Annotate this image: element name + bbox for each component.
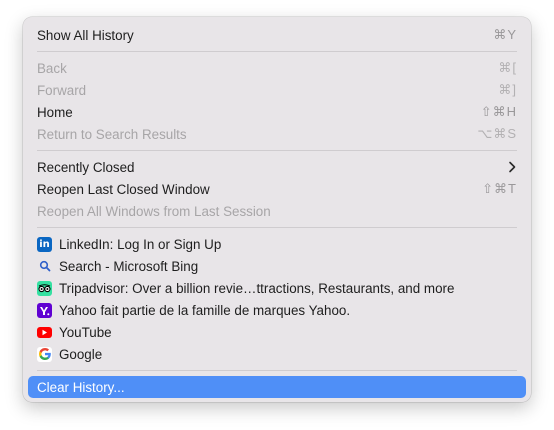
history-item-label: Search - Microsoft Bing bbox=[59, 258, 199, 274]
history-item-google[interactable]: Google bbox=[28, 343, 526, 365]
yahoo-icon bbox=[37, 302, 52, 318]
google-icon bbox=[37, 346, 52, 362]
history-item-label: Yahoo fait partie de la famille de marqu… bbox=[59, 302, 351, 318]
home-item[interactable]: Home ⇧⌘H bbox=[28, 101, 526, 123]
back-shortcut: ⌘[ bbox=[498, 60, 517, 75]
menu-separator bbox=[37, 227, 517, 228]
reopen-all-windows-label: Reopen All Windows from Last Session bbox=[37, 203, 271, 219]
recently-closed-item[interactable]: Recently Closed bbox=[28, 156, 526, 178]
history-item-bing[interactable]: Search - Microsoft Bing bbox=[28, 255, 526, 277]
forward-shortcut: ⌘] bbox=[498, 82, 517, 97]
show-all-history-label: Show All History bbox=[37, 27, 134, 43]
history-item-label: LinkedIn: Log In or Sign Up bbox=[59, 236, 222, 252]
reopen-last-closed-window-item[interactable]: Reopen Last Closed Window ⇧⌘T bbox=[28, 178, 526, 200]
history-item-youtube[interactable]: YouTube bbox=[28, 321, 526, 343]
return-to-search-item: Return to Search Results ⌥⌘S bbox=[28, 123, 526, 145]
history-menu: Show All History ⌘Y Back ⌘[ Forward ⌘] H… bbox=[23, 17, 531, 402]
reopen-last-closed-window-shortcut: ⇧⌘T bbox=[482, 181, 517, 196]
reopen-last-closed-window-label: Reopen Last Closed Window bbox=[37, 181, 210, 197]
history-item-tripadvisor[interactable]: Tripadvisor: Over a billion revie…ttract… bbox=[28, 277, 526, 299]
home-shortcut: ⇧⌘H bbox=[480, 104, 517, 119]
forward-label: Forward bbox=[37, 82, 87, 98]
history-item-label: Tripadvisor: Over a billion revie…ttract… bbox=[59, 280, 455, 296]
history-item-yahoo[interactable]: Yahoo fait partie de la famille de marqu… bbox=[28, 299, 526, 321]
tripadvisor-icon bbox=[37, 280, 52, 296]
menu-separator bbox=[37, 150, 517, 151]
back-item: Back ⌘[ bbox=[28, 57, 526, 79]
chevron-right-icon bbox=[509, 161, 516, 173]
youtube-icon bbox=[37, 326, 52, 338]
return-to-search-shortcut: ⌥⌘S bbox=[477, 126, 517, 141]
home-label: Home bbox=[37, 104, 73, 120]
clear-history-label: Clear History... bbox=[37, 379, 125, 395]
forward-item: Forward ⌘] bbox=[28, 79, 526, 101]
recently-closed-label: Recently Closed bbox=[37, 159, 135, 175]
history-item-label: YouTube bbox=[59, 324, 112, 340]
show-all-history-item[interactable]: Show All History ⌘Y bbox=[28, 24, 526, 46]
menu-separator bbox=[37, 51, 517, 52]
history-item-linkedin[interactable]: in LinkedIn: Log In or Sign Up bbox=[28, 233, 526, 255]
show-all-history-shortcut: ⌘Y bbox=[493, 27, 517, 42]
search-icon bbox=[37, 259, 52, 274]
return-to-search-label: Return to Search Results bbox=[37, 126, 187, 142]
linkedin-icon: in bbox=[37, 236, 52, 252]
back-label: Back bbox=[37, 60, 67, 76]
clear-history-item[interactable]: Clear History... bbox=[28, 376, 526, 398]
reopen-all-windows-item: Reopen All Windows from Last Session bbox=[28, 200, 526, 222]
history-item-label: Google bbox=[59, 346, 103, 362]
menu-separator bbox=[37, 370, 517, 371]
